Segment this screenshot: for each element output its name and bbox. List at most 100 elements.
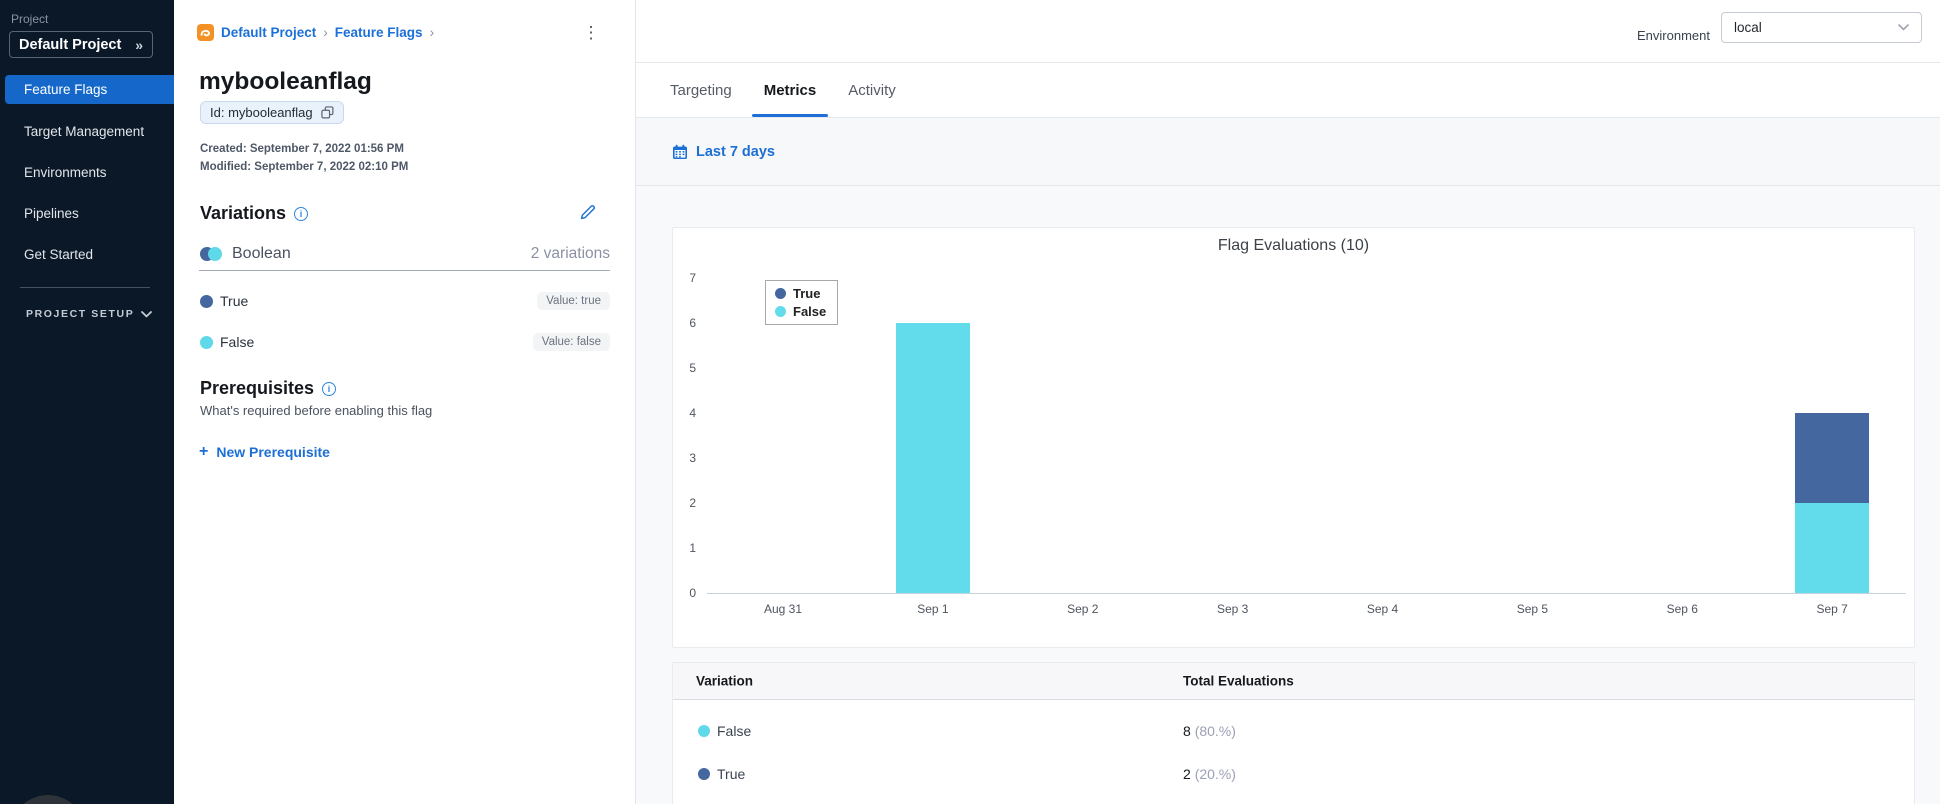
sidebar-divider: [20, 287, 150, 288]
y-axis-tick: 3: [689, 451, 696, 465]
sidebar-item-project-setup[interactable]: PROJECT SETUP: [26, 308, 152, 320]
variation-row-true: True Value: true: [200, 292, 610, 310]
environment-value: local: [1734, 20, 1762, 35]
variation-type-label: Boolean: [232, 245, 291, 262]
project-selector-value: Default Project: [19, 36, 122, 53]
environment-topbar: Environment local: [636, 0, 1940, 63]
sidebar-item-target-management[interactable]: Target Management: [0, 111, 174, 152]
chevron-down-icon: [141, 310, 152, 318]
flag-id-chip: Id: mybooleanflag: [200, 101, 344, 124]
environment-select[interactable]: local: [1721, 12, 1922, 43]
date-range-filter[interactable]: Last 7 days: [696, 144, 775, 160]
variation-color-dot: [200, 335, 213, 349]
breadcrumb-link-feature-flags[interactable]: Feature Flags: [335, 25, 423, 40]
help-bubble[interactable]: [4, 795, 92, 804]
variation-color-dot: [200, 294, 213, 308]
bar-true-sep-7: [1795, 413, 1870, 503]
row-total-evaluations: 2 (20.%): [1183, 766, 1236, 782]
kebab-menu-icon[interactable]: ⋮: [582, 22, 600, 44]
variations-heading-row: Variations: [200, 203, 309, 224]
legend-dot: [775, 288, 786, 299]
breadcrumb-link-default-project[interactable]: Default Project: [221, 25, 316, 40]
y-axis-tick: 0: [689, 586, 696, 600]
calendar-icon: [673, 144, 687, 159]
expand-sidebar-icon: »: [135, 36, 143, 53]
row-total-evaluations: 8 (80.%): [1183, 723, 1236, 739]
sidebar: Project Default Project » Feature Flags T…: [0, 0, 174, 804]
copy-icon[interactable]: [320, 106, 334, 119]
total-percentage: (80.%): [1194, 722, 1236, 739]
flag-title: mybooleanflag: [199, 68, 372, 95]
x-axis-label: Sep 3: [1216, 602, 1249, 616]
sidebar-item-feature-flags[interactable]: Feature Flags: [5, 75, 174, 104]
created-timestamp: Created: September 7, 2022 01:56 PM: [200, 143, 404, 155]
breadcrumb: Default Project › Feature Flags ›: [197, 24, 434, 41]
tab-metrics[interactable]: Metrics: [751, 63, 828, 117]
boolean-dot-cyan: [208, 247, 222, 261]
y-axis-tick: 5: [689, 361, 696, 375]
app-logo-icon: [197, 24, 214, 41]
tab-bar: Targeting Metrics Activity: [636, 63, 1940, 118]
row-variation-name: True: [717, 766, 746, 782]
sidebar-item-pipelines[interactable]: Pipelines: [0, 193, 174, 234]
sidebar-item-get-started[interactable]: Get Started: [0, 234, 174, 275]
variation-type-row: Boolean 2 variations: [200, 243, 610, 265]
x-axis-label: Sep 4: [1366, 602, 1399, 616]
y-axis-tick: 2: [689, 496, 696, 510]
plus-icon: [199, 443, 208, 461]
variation-color-dot: [698, 724, 710, 737]
table-header-variation: Variation: [696, 673, 754, 689]
row-variation-name: False: [717, 722, 752, 739]
sidebar-item-environments[interactable]: Environments: [0, 152, 174, 193]
bar-false-sep-1: [895, 323, 970, 593]
x-axis-label: Aug 31: [763, 602, 803, 616]
date-filter-row: Last 7 days: [636, 119, 1940, 186]
tab-targeting[interactable]: Targeting: [670, 63, 732, 117]
chart-legend: True False: [765, 280, 839, 325]
evaluations-table: Variation Total Evaluations False 8 (80.%…: [672, 662, 1915, 804]
breadcrumb-links: Default Project › Feature Flags ›: [221, 25, 434, 40]
total-percentage: (20.%): [1194, 766, 1236, 782]
y-axis-tick: 6: [689, 316, 696, 330]
x-axis-label: Sep 6: [1666, 602, 1698, 616]
variation-name: True: [220, 293, 249, 309]
edit-variations-icon[interactable]: [578, 202, 598, 227]
flag-id-text: Id: mybooleanflag: [210, 105, 313, 120]
flag-detail-panel: Default Project › Feature Flags › ⋮ mybo…: [174, 0, 636, 804]
project-label: Project: [11, 12, 49, 26]
variation-count: 2 variations: [530, 245, 610, 262]
legend-label: True: [793, 286, 821, 301]
new-prerequisite-label: New Prerequisite: [216, 444, 330, 460]
prerequisites-heading-row: Prerequisites: [200, 378, 337, 399]
x-axis-label: Sep 1: [917, 602, 949, 616]
breadcrumb-separator: ›: [323, 25, 328, 40]
variation-color-dot: [698, 768, 710, 780]
flag-evaluations-chart: Flag Evaluations (10) True False 0 1 2 3 4 5 6 7…: [672, 227, 1915, 648]
legend-item-true[interactable]: True: [775, 286, 826, 301]
modified-timestamp: Modified: September 7, 2022 02:10 PM: [200, 161, 409, 173]
project-setup-label: PROJECT SETUP: [26, 308, 135, 320]
table-header-total: Total Evaluations: [1183, 673, 1294, 689]
table-header-row: Variation Total Evaluations: [673, 663, 1914, 700]
y-axis-tick: 1: [689, 541, 696, 555]
project-selector[interactable]: Default Project »: [9, 31, 153, 58]
variation-row-false: False Value: false: [200, 333, 610, 351]
x-axis-label: Sep 2: [1067, 602, 1099, 616]
table-row-true: True 2 (20.%): [673, 753, 1914, 796]
bar-false-sep-7: [1795, 503, 1870, 593]
x-axis-label: Sep 5: [1516, 602, 1549, 616]
legend-item-false[interactable]: False: [775, 304, 826, 319]
app-window: Project Default Project » Feature Flags T…: [0, 0, 1940, 804]
x-axis-line: [707, 593, 1906, 594]
variation-value-chip: Value: true: [537, 292, 610, 310]
info-icon: [322, 381, 337, 396]
prerequisites-heading: Prerequisites: [200, 378, 315, 398]
chevron-down-icon: [1898, 24, 1909, 31]
breadcrumb-separator: ›: [429, 25, 435, 40]
total-count: 2: [1183, 766, 1191, 782]
variations-heading: Variations: [200, 203, 287, 223]
tab-activity[interactable]: Activity: [848, 63, 896, 117]
new-prerequisite-button[interactable]: New Prerequisite: [199, 443, 330, 461]
total-count: 8: [1183, 722, 1191, 739]
x-axis-label: Sep 7: [1816, 602, 1848, 616]
